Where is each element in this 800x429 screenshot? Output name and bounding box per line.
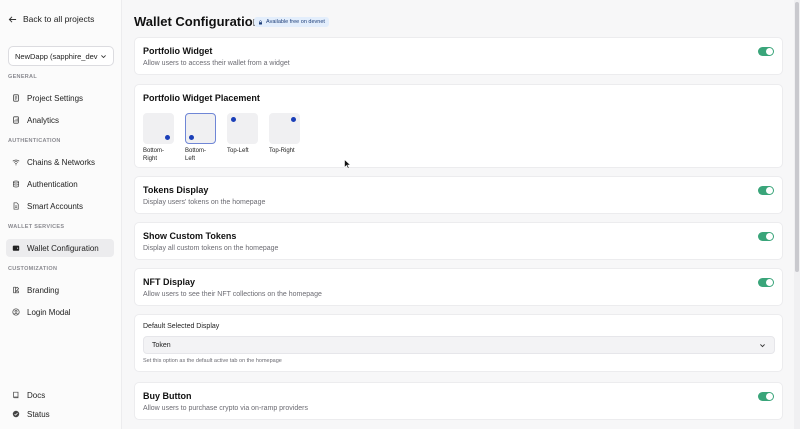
project-select[interactable]: NewDapp (sapphire_dev bbox=[8, 46, 114, 66]
chevron-down-icon bbox=[760, 343, 765, 347]
mouse-cursor-icon bbox=[344, 159, 352, 169]
section-label-wallet-services: WALLET SERVICES bbox=[8, 224, 65, 230]
portfolio-widget-placement-card: Portfolio Widget Placement Bottom-Right … bbox=[134, 84, 783, 168]
sidebar-item-label: Authentication bbox=[27, 179, 78, 189]
tokens-display-card: Tokens Display Display users' tokens on … bbox=[134, 176, 783, 214]
portfolio-widget-card: Portfolio Widget Allow users to access t… bbox=[134, 37, 783, 75]
placement-option-top-right[interactable]: Top-Right bbox=[269, 113, 300, 163]
placement-option-bottom-right[interactable]: Bottom-Right bbox=[143, 113, 174, 163]
lock-icon bbox=[259, 19, 262, 24]
card-description: Allow users to see their NFT collections… bbox=[143, 291, 322, 298]
section-label-authentication: AUTHENTICATION bbox=[8, 138, 61, 144]
card-title: Tokens Display bbox=[143, 185, 209, 195]
sidebar-item-smart-accounts[interactable]: Smart Accounts bbox=[6, 197, 114, 215]
select-label: Default Selected Display bbox=[143, 323, 220, 330]
placement-options: Bottom-Right Bottom-Left Top-Left Top-Ri… bbox=[143, 113, 300, 163]
sidebar-item-label: Smart Accounts bbox=[27, 201, 84, 211]
placement-dot bbox=[231, 117, 236, 122]
project-select-value: NewDapp (sapphire_dev bbox=[15, 51, 98, 61]
wifi-icon bbox=[12, 159, 20, 166]
card-description: Display all custom tokens on the homepag… bbox=[143, 245, 279, 252]
sidebar-item-label: Chains & Networks bbox=[27, 157, 96, 167]
file-icon bbox=[13, 202, 19, 210]
back-link[interactable]: Back to all projects bbox=[8, 14, 94, 24]
card-title: NFT Display bbox=[143, 277, 196, 287]
book-icon bbox=[13, 391, 19, 399]
placement-preview bbox=[227, 113, 258, 144]
sidebar-item-label: Status bbox=[27, 409, 50, 419]
devnet-badge-label: Available free on devnet bbox=[266, 19, 325, 25]
palette-icon bbox=[13, 286, 20, 294]
tokens-display-toggle[interactable] bbox=[758, 186, 774, 195]
sidebar-item-project-settings[interactable]: Project Settings bbox=[6, 89, 114, 107]
main-content: Wallet Configuration Available free on d… bbox=[122, 0, 794, 429]
custom-tokens-card: Show Custom Tokens Display all custom to… bbox=[134, 222, 783, 260]
nft-display-toggle[interactable] bbox=[758, 278, 774, 287]
sidebar-item-branding[interactable]: Branding bbox=[6, 281, 114, 299]
devnet-badge: Available free on devnet bbox=[254, 17, 329, 27]
sidebar-item-label: Login Modal bbox=[27, 307, 71, 317]
nft-display-card: NFT Display Allow users to see their NFT… bbox=[134, 268, 783, 306]
scrollbar[interactable] bbox=[794, 0, 800, 429]
placement-label: Bottom-Left bbox=[185, 148, 207, 162]
placement-preview bbox=[269, 113, 300, 144]
placement-option-bottom-left[interactable]: Bottom-Left bbox=[185, 113, 216, 163]
card-description: Allow users to purchase crypto via on-ra… bbox=[143, 405, 308, 412]
card-title: Portfolio Widget Placement bbox=[143, 93, 260, 103]
select-hint: Set this option as the default active ta… bbox=[143, 358, 282, 364]
document-icon bbox=[13, 94, 19, 102]
placement-label: Top-Left bbox=[227, 148, 249, 154]
card-description: Display users' tokens on the homepage bbox=[143, 199, 266, 206]
placement-dot bbox=[165, 135, 170, 140]
select-value: Token bbox=[152, 341, 171, 349]
sidebar-item-label: Docs bbox=[27, 390, 46, 400]
placement-dot bbox=[189, 135, 194, 140]
default-display-card: Default Selected Display Token Set this … bbox=[134, 314, 783, 372]
sidebar-item-label: Analytics bbox=[27, 115, 60, 125]
placement-preview bbox=[185, 113, 216, 144]
back-link-label: Back to all projects bbox=[23, 14, 95, 24]
buy-button-card: Buy Button Allow users to purchase crypt… bbox=[134, 382, 783, 420]
wallet-icon bbox=[12, 245, 20, 251]
chevron-down-icon bbox=[101, 54, 106, 58]
sidebar-item-label: Wallet Configuration bbox=[27, 243, 99, 253]
report-icon bbox=[13, 116, 19, 124]
section-label-general: GENERAL bbox=[8, 74, 37, 80]
scrollbar-thumb[interactable] bbox=[795, 2, 799, 272]
placement-preview bbox=[143, 113, 174, 144]
custom-tokens-toggle[interactable] bbox=[758, 232, 774, 241]
page-title: Wallet Configuration bbox=[134, 14, 261, 29]
default-display-select[interactable]: Token bbox=[143, 336, 775, 354]
arrow-left-icon bbox=[8, 15, 17, 23]
sidebar-item-login-modal[interactable]: Login Modal bbox=[6, 303, 114, 321]
sidebar-item-chains-networks[interactable]: Chains & Networks bbox=[6, 153, 114, 171]
section-label-customization: CUSTOMIZATION bbox=[8, 266, 58, 272]
card-title: Show Custom Tokens bbox=[143, 231, 237, 241]
placement-option-top-left[interactable]: Top-Left bbox=[227, 113, 258, 163]
placement-label: Bottom-Right bbox=[143, 148, 165, 162]
card-title: Portfolio Widget bbox=[143, 46, 213, 56]
database-icon bbox=[13, 180, 19, 188]
placement-label: Top-Right bbox=[269, 148, 295, 154]
check-circle-icon bbox=[12, 410, 20, 418]
portfolio-widget-toggle[interactable] bbox=[758, 47, 774, 56]
sidebar-item-docs[interactable]: Docs bbox=[6, 386, 114, 404]
placement-dot bbox=[291, 117, 296, 122]
card-title: Buy Button bbox=[143, 391, 192, 401]
sidebar-item-analytics[interactable]: Analytics bbox=[6, 111, 114, 129]
user-circle-icon bbox=[12, 308, 20, 316]
sidebar-item-status[interactable]: Status bbox=[6, 405, 114, 423]
sidebar-item-wallet-configuration[interactable]: Wallet Configuration bbox=[6, 239, 114, 257]
sidebar-item-authentication[interactable]: Authentication bbox=[6, 175, 114, 193]
sidebar-item-label: Branding bbox=[27, 285, 60, 295]
sidebar: Back to all projects NewDapp (sapphire_d… bbox=[0, 0, 122, 429]
sidebar-item-label: Project Settings bbox=[27, 93, 84, 103]
card-description: Allow users to access their wallet from … bbox=[143, 60, 290, 67]
buy-button-toggle[interactable] bbox=[758, 392, 774, 401]
